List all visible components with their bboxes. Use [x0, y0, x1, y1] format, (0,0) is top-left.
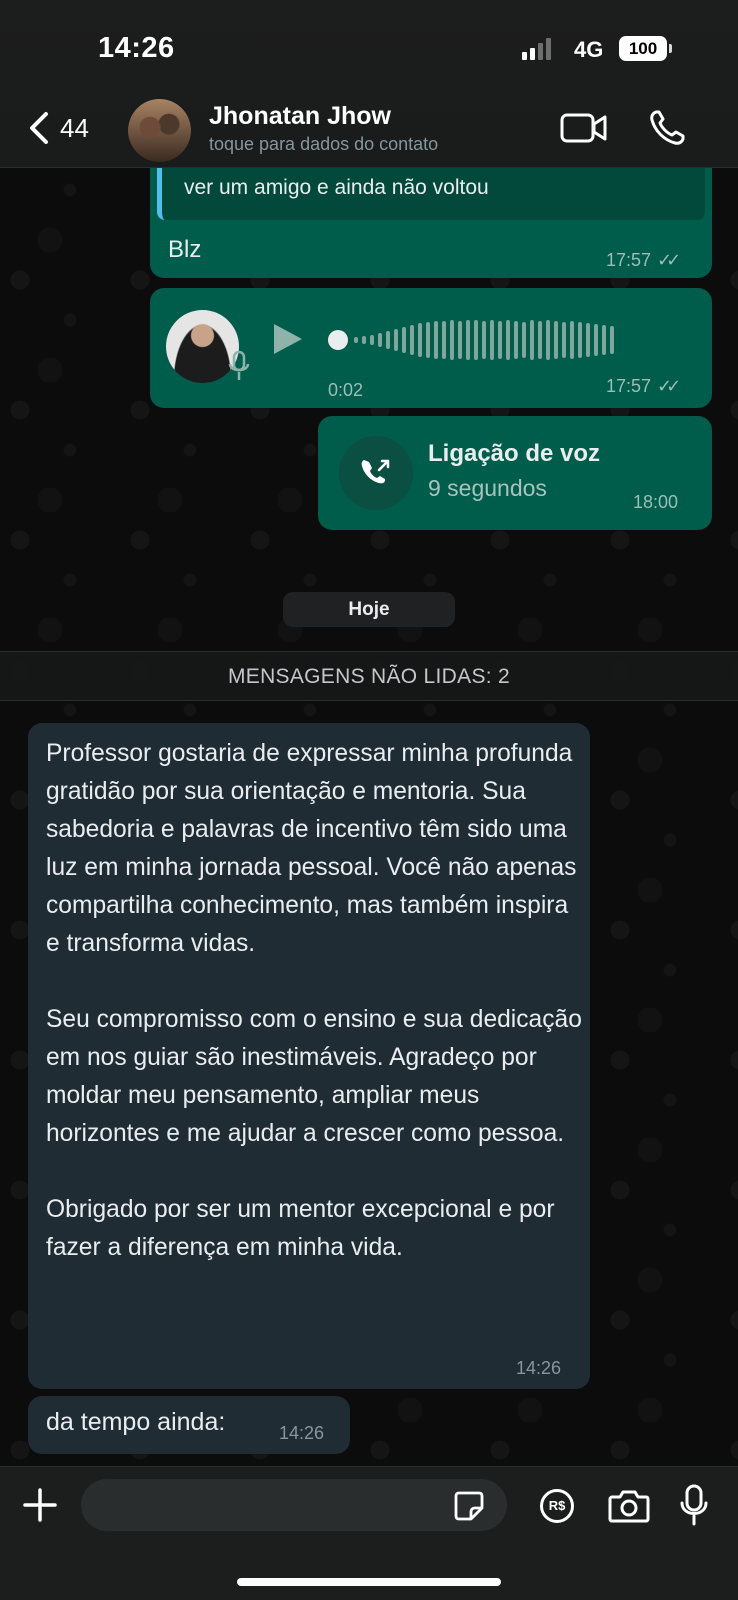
play-icon[interactable] — [274, 324, 302, 354]
back-chevron-icon[interactable] — [20, 108, 60, 148]
message-time-text: 17:57 — [606, 376, 652, 396]
message-text: Professor gostaria de expressar minha pr… — [46, 740, 582, 1261]
microphone-icon[interactable] — [680, 1484, 708, 1526]
read-ticks-icon: ✓✓ — [657, 250, 681, 270]
chat-header: 14:26 4G 100 44 Jhonatan Jhow toque para… — [0, 0, 738, 168]
waveform-bar — [434, 321, 438, 359]
message-time: 17:57 ✓✓ — [606, 376, 681, 397]
contact-info-hint[interactable]: toque para dados do contato — [209, 134, 438, 155]
outgoing-call-icon — [361, 459, 390, 484]
message-text: Blz — [168, 236, 202, 263]
waveform-bar — [458, 321, 462, 359]
quoted-text: ver um amigo e ainda não voltou — [184, 176, 489, 199]
waveform-bar — [522, 322, 526, 358]
signal-icon — [522, 38, 551, 60]
back-unread-count[interactable]: 44 — [60, 113, 89, 144]
waveform-bar — [386, 331, 390, 349]
waveform-bar — [514, 321, 518, 359]
waveform-bar — [562, 322, 566, 358]
read-ticks-icon: ✓✓ — [657, 376, 681, 396]
waveform-bar — [474, 320, 478, 360]
waveform-bar — [362, 336, 366, 344]
message-time-text: 17:57 — [606, 250, 652, 270]
message-time: 17:57 ✓✓ — [606, 250, 681, 271]
message-time: 14:26 — [516, 1358, 562, 1378]
microphone-icon — [228, 350, 250, 380]
waveform-bar — [546, 320, 550, 360]
waveform-bar — [578, 322, 582, 358]
waveform-bar — [466, 320, 470, 360]
waveform-bar — [490, 320, 494, 360]
message-input[interactable] — [81, 1479, 507, 1531]
unread-messages-banner: MENSAGENS NÃO LIDAS: 2 — [0, 651, 738, 701]
waveform-bar — [394, 329, 398, 351]
waveform-bar — [586, 323, 590, 357]
date-separator: Hoje — [283, 592, 455, 627]
waveform-bar — [442, 321, 446, 359]
waveform-bar — [410, 325, 414, 355]
waveform-bar — [506, 320, 510, 360]
call-duration: 9 segundos — [428, 475, 547, 501]
call-title: Ligação de voz — [428, 440, 601, 467]
waveform-bar — [378, 333, 382, 347]
playhead[interactable] — [328, 330, 348, 350]
message-time: 14:26 — [279, 1423, 325, 1443]
waveform-bar — [402, 327, 406, 353]
waveform-bar — [426, 322, 430, 358]
waveform-bar — [570, 321, 574, 359]
audio-duration: 0:02 — [328, 380, 364, 400]
video-call-icon[interactable] — [560, 110, 608, 146]
audio-waveform[interactable] — [328, 318, 614, 362]
waveform-bar — [610, 326, 614, 354]
waveform-bar — [498, 321, 502, 359]
waveform-bar — [602, 325, 606, 355]
waveform-bar — [594, 324, 598, 356]
message-time: 18:00 — [633, 492, 679, 512]
sticker-icon[interactable] — [453, 1490, 485, 1522]
home-indicator[interactable] — [237, 1578, 501, 1586]
plus-icon[interactable] — [22, 1487, 58, 1523]
camera-icon[interactable] — [608, 1488, 650, 1524]
battery-icon: 100 — [619, 36, 672, 61]
contact-name[interactable]: Jhonatan Jhow — [209, 102, 391, 131]
message-text: da tempo ainda: — [46, 1408, 226, 1436]
waveform-bar — [530, 320, 534, 360]
call-icon-circle — [339, 436, 413, 510]
phone-call-icon[interactable] — [647, 108, 687, 148]
quoted-message[interactable]: ver um amigo e ainda não voltou — [157, 164, 705, 220]
status-time: 14:26 — [98, 32, 175, 64]
contact-avatar[interactable] — [128, 99, 191, 162]
waveform-bar — [418, 323, 422, 357]
waveform-bar — [554, 321, 558, 359]
waveform-bar — [354, 337, 358, 343]
payment-icon[interactable]: R$ — [540, 1489, 574, 1523]
network-type: 4G — [574, 37, 604, 62]
waveform-bar — [538, 321, 542, 359]
waveform-bar — [370, 335, 374, 345]
waveform-bar — [482, 321, 486, 359]
waveform-bar — [450, 320, 454, 360]
